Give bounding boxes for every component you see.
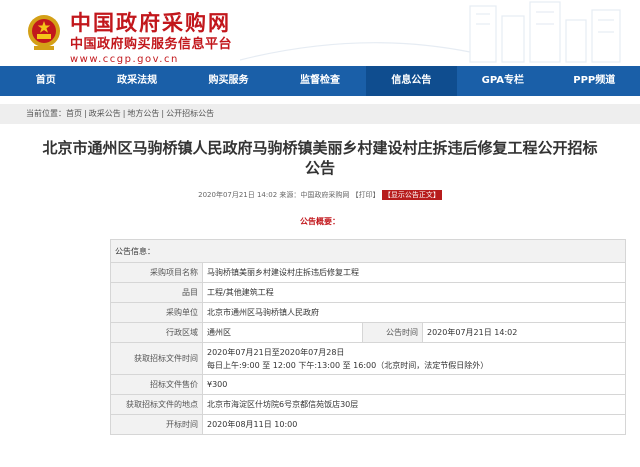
table-row: 品目 工程/其他建筑工程 — [111, 283, 626, 303]
row-label: 获取招标文件时间 — [111, 343, 203, 374]
row-label: 获取招标文件的地点 — [111, 395, 203, 414]
table-row: 获取招标文件的地点 北京市海淀区什坊院6号京都信苑饭店30层 — [111, 395, 626, 415]
summary-heading: 公告概要： — [300, 217, 340, 226]
nav-item-regulations[interactable]: 政采法规 — [91, 66, 182, 96]
site-subtitle: 中国政府购买服务信息平台 — [70, 37, 233, 52]
breadcrumb-separator: | — [122, 109, 126, 118]
table-row: 获取招标文件时间 2020年07月21日至2020年07月28日 每日上午:9:… — [111, 343, 626, 375]
row-label: 开标时间 — [111, 415, 203, 434]
breadcrumb-label: 当前位置： — [26, 109, 66, 118]
site-title: 中国政府采购网 — [70, 11, 231, 35]
page-title: 北京市通州区马驹桥镇人民政府马驹桥镇美丽乡村建设村庄拆违后修复工程公开招标公告 — [42, 139, 598, 177]
table-row: 招标文件售价 ¥300 — [111, 375, 626, 395]
row-value-line: 2020年07月21日至2020年07月28日 — [207, 347, 345, 357]
row-label: 招标文件售价 — [111, 375, 203, 394]
article-source: 来源：中国政府采购网 — [279, 191, 350, 199]
row-label: 公告时间 — [363, 323, 423, 342]
row-label: 行政区域 — [111, 323, 203, 342]
table-row: 采购项目名称 马驹桥镇美丽乡村建设村庄拆违后修复工程 — [111, 263, 626, 283]
table-header: 公告信息： — [111, 240, 626, 262]
table-row: 开标时间 2020年08月11日 10:00 — [111, 415, 626, 435]
row-value: ¥300 — [203, 375, 626, 394]
breadcrumb-separator: | — [161, 109, 165, 118]
main-nav: 首页 政采法规 购买服务 监督检查 信息公告 GPA专栏 PPP频道 — [0, 66, 640, 96]
publish-date: 2020年07月21日 14:02 — [198, 191, 278, 199]
article: 北京市通州区马驹桥镇人民政府马驹桥镇美丽乡村建设村庄拆违后修复工程公开招标公告 … — [0, 138, 640, 435]
article-meta: 2020年07月21日 14:02 来源：中国政府采购网 【打印】 【显示公告正… — [0, 190, 640, 200]
print-link[interactable]: 【打印】 — [352, 191, 380, 199]
nav-item-home[interactable]: 首页 — [0, 66, 91, 96]
breadcrumb-separator: | — [84, 109, 87, 118]
row-label: 采购项目名称 — [111, 263, 203, 282]
breadcrumb-link-local[interactable]: 地方公告 — [127, 109, 159, 118]
table-row: 采购单位 北京市通州区马驹桥镇人民政府 — [111, 303, 626, 323]
breadcrumb-link-open-tender[interactable]: 公开招标公告 — [166, 109, 214, 118]
show-original-button[interactable]: 【显示公告正文】 — [381, 190, 442, 200]
row-value: 2020年08月11日 10:00 — [203, 415, 626, 434]
nav-item-purchase-services[interactable]: 购买服务 — [183, 66, 274, 96]
nav-item-supervision[interactable]: 监督检查 — [274, 66, 365, 96]
breadcrumb-link-announcements[interactable]: 政采公告 — [89, 109, 121, 118]
header-decoration — [240, 1, 621, 63]
row-value: 北京市通州区马驹桥镇人民政府 — [203, 303, 626, 322]
row-label: 采购单位 — [111, 303, 203, 322]
announcement-table: 公告信息： 采购项目名称 马驹桥镇美丽乡村建设村庄拆违后修复工程 品目 工程/其… — [110, 239, 626, 435]
nav-item-announcements[interactable]: 信息公告 — [365, 66, 458, 96]
breadcrumb-link-home[interactable]: 首页 — [66, 109, 82, 118]
table-row: 行政区域 通州区 公告时间 2020年07月21日 14:02 — [111, 323, 626, 343]
national-emblem-icon — [28, 15, 60, 50]
row-value: 2020年07月21日至2020年07月28日 每日上午:9:00 至 12:0… — [203, 343, 626, 374]
nav-item-gpa[interactable]: GPA专栏 — [457, 66, 548, 96]
row-value: 通州区 — [203, 323, 363, 342]
site-header: 中国政府采购网 中国政府购买服务信息平台 www.ccgp.gov.cn — [0, 0, 640, 66]
row-value: 马驹桥镇美丽乡村建设村庄拆违后修复工程 — [203, 263, 626, 282]
site-brand[interactable]: 中国政府采购网 中国政府购买服务信息平台 www.ccgp.gov.cn — [70, 11, 232, 66]
nav-item-ppp[interactable]: PPP频道 — [549, 66, 640, 96]
site-url: www.ccgp.gov.cn — [70, 54, 179, 65]
row-value: 2020年07月21日 14:02 — [423, 323, 626, 342]
table-header-row: 公告信息： — [111, 240, 626, 263]
row-value: 北京市海淀区什坊院6号京都信苑饭店30层 — [203, 395, 626, 414]
row-value: 工程/其他建筑工程 — [203, 283, 626, 302]
breadcrumb: 当前位置：首页 | 政采公告 | 地方公告 | 公开招标公告 — [0, 104, 640, 124]
row-label: 品目 — [111, 283, 203, 302]
row-value-line: 每日上午:9:00 至 12:00 下午:13:00 至 16:00（北京时间，… — [207, 360, 489, 370]
